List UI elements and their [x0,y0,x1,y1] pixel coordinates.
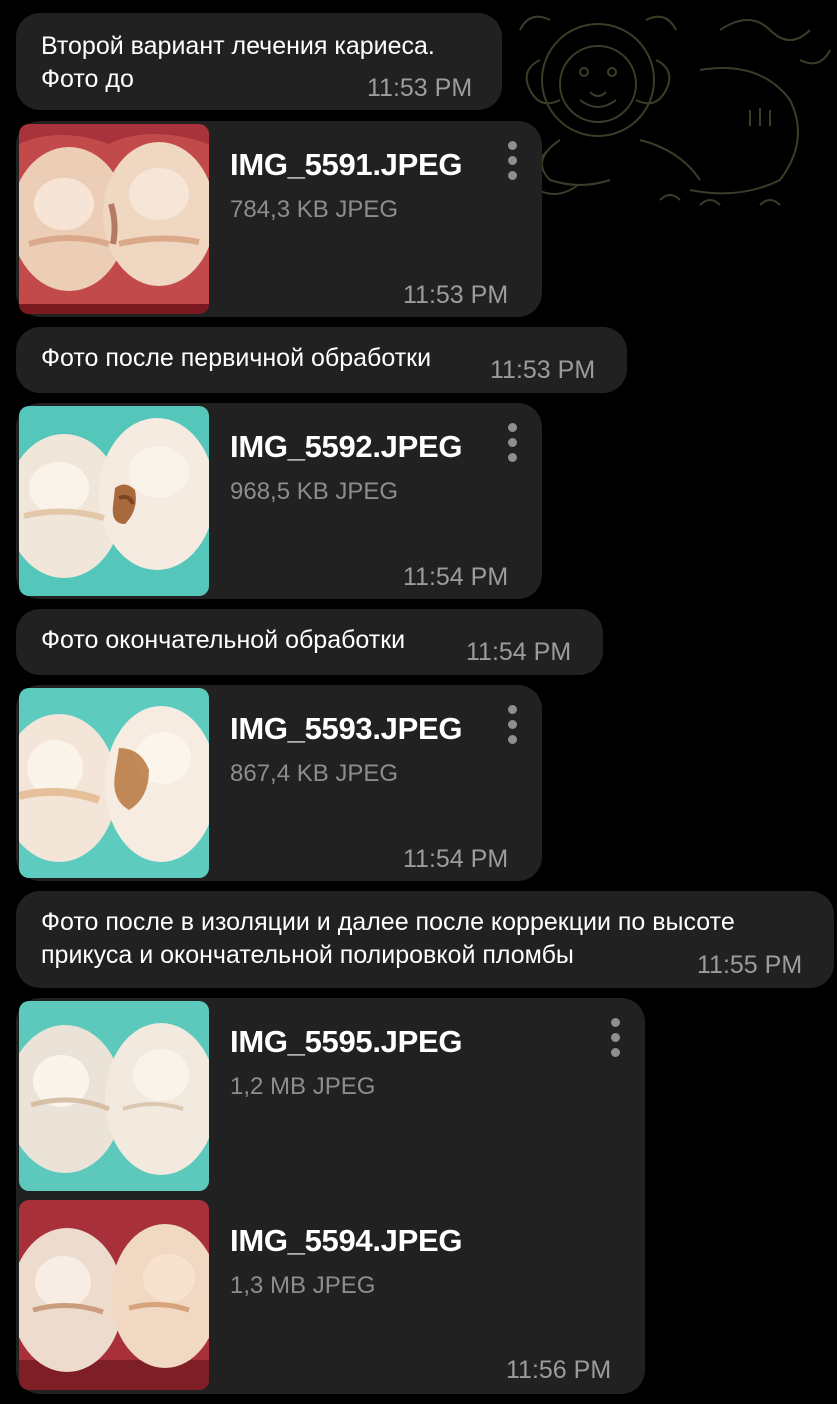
more-vertical-icon[interactable] [498,423,528,467]
more-vertical-icon[interactable] [498,141,528,185]
more-vertical-icon[interactable] [498,705,528,749]
message-time: 11:54 PM [403,845,509,873]
image-thumbnail[interactable] [19,688,209,878]
message-bubble[interactable]: Второй вариант лечения кариеса. Фото до … [16,13,502,110]
message-text: Фото окончательной обработки [41,626,406,654]
file-message-bubble[interactable]: IMG_5591.JPEG 784,3 KB JPEG 11:53 PM [16,121,542,317]
message-text: Фото после первичной обработки [41,344,432,372]
file-name[interactable]: IMG_5595.JPEG [230,1024,462,1060]
file-size: 1,2 MB JPEG [230,1073,376,1100]
file-group-bubble[interactable]: IMG_5595.JPEG 1,2 MB JPEG IMG_5594.JPEG … [16,998,645,1394]
file-name[interactable]: IMG_5593.JPEG [230,711,462,747]
image-thumbnail[interactable] [19,1001,209,1191]
more-vertical-icon[interactable] [601,1018,631,1062]
message-time: 11:53 PM [367,74,473,102]
file-size: 1,3 MB JPEG [230,1272,376,1299]
message-time: 11:56 PM [506,1356,612,1384]
file-name[interactable]: IMG_5594.JPEG [230,1223,462,1259]
message-time: 11:55 PM [697,951,803,979]
message-bubble[interactable]: Фото после первичной обработки 11:53 PM [16,327,627,393]
message-time: 11:54 PM [403,563,509,591]
message-text: Фото после в изоляции и далее после корр… [41,908,735,969]
file-size: 784,3 KB JPEG [230,196,399,223]
image-thumbnail[interactable] [19,1200,209,1390]
file-message-bubble[interactable]: IMG_5593.JPEG 867,4 KB JPEG 11:54 PM [16,685,542,881]
file-message-bubble[interactable]: IMG_5592.JPEG 968,5 KB JPEG 11:54 PM [16,403,542,599]
message-time: 11:53 PM [490,356,596,384]
file-name[interactable]: IMG_5592.JPEG [230,429,462,465]
file-size: 968,5 KB JPEG [230,478,399,505]
message-bubble[interactable]: Фото окончательной обработки 11:54 PM [16,609,603,675]
image-thumbnail[interactable] [19,406,209,596]
message-bubble[interactable]: Фото после в изоляции и далее после корр… [16,891,834,988]
message-time: 11:53 PM [403,281,509,309]
image-thumbnail[interactable] [19,124,209,314]
message-time: 11:54 PM [466,638,572,666]
file-size: 867,4 KB JPEG [230,760,399,787]
file-name[interactable]: IMG_5591.JPEG [230,147,462,183]
